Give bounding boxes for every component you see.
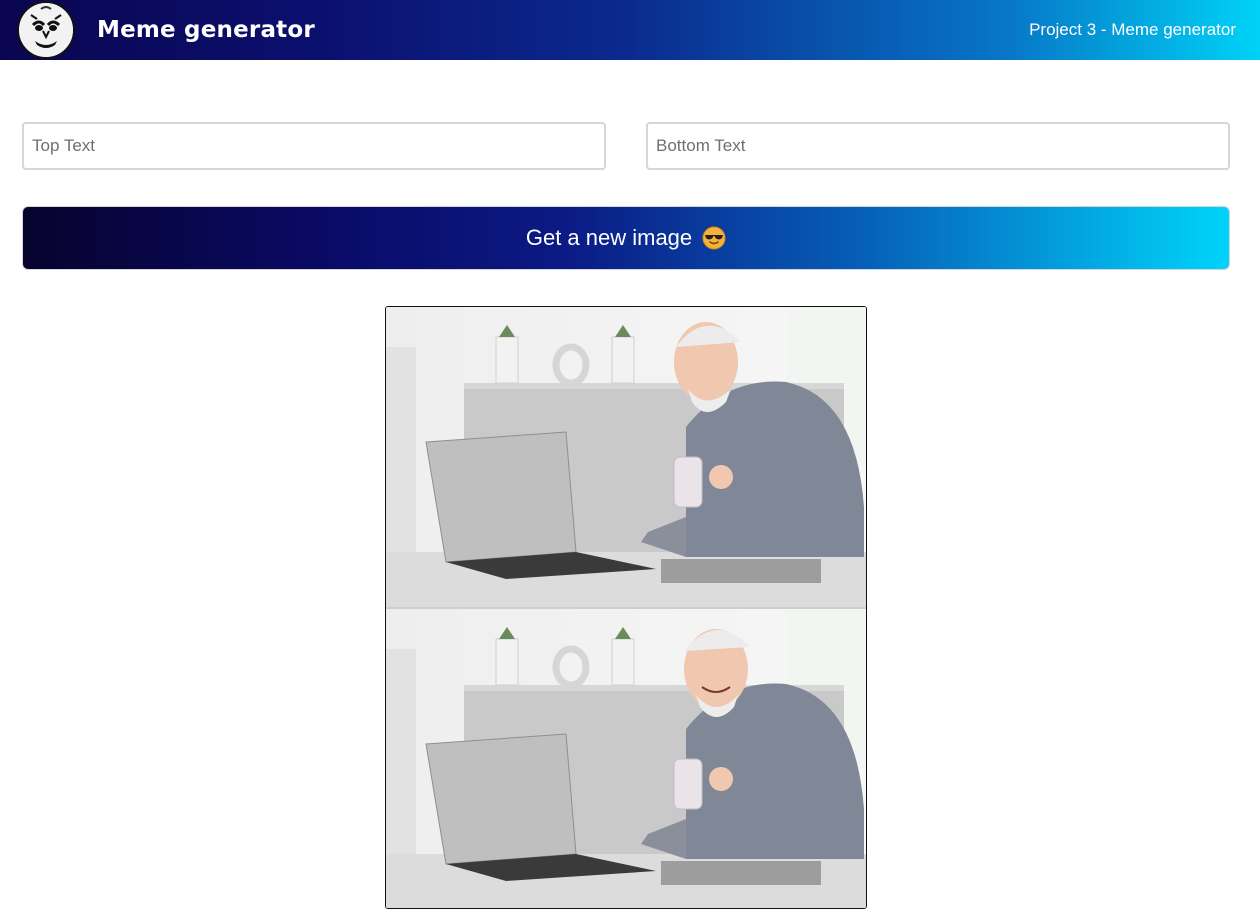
get-new-image-label: Get a new image (525, 225, 693, 250)
sunglasses-emoji-icon (702, 226, 726, 250)
meme-face-icon (17, 1, 75, 59)
bottom-text-input[interactable] (646, 122, 1230, 170)
get-new-image-button[interactable]: Get a new image (22, 206, 1230, 270)
meme-bottom-panel (386, 609, 866, 908)
meme-top-panel (386, 307, 866, 607)
app-header: Meme generator Project 3 - Meme generato… (0, 0, 1260, 60)
project-label: Project 3 - Meme generator (1029, 20, 1236, 39)
top-text-input[interactable] (22, 122, 606, 170)
app-title: Meme generator (97, 17, 315, 43)
meme-image (385, 306, 867, 909)
